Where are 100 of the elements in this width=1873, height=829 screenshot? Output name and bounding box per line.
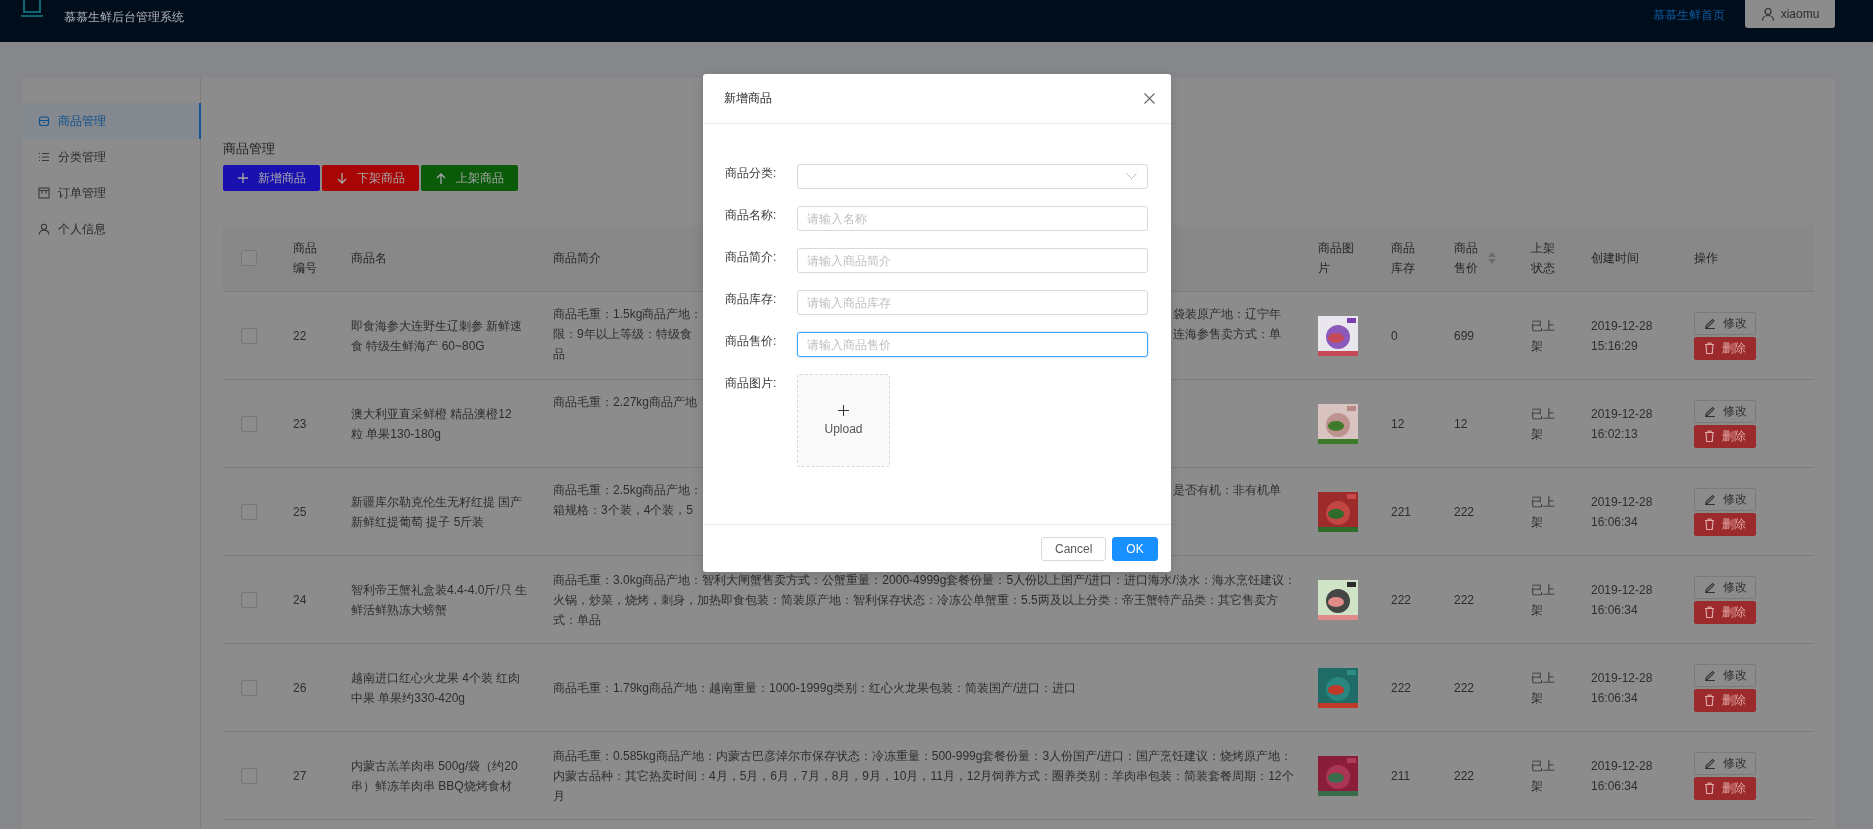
table-cell-text: 23 [293, 415, 307, 433]
column-header: 商品库存 [1391, 240, 1416, 277]
toolbar-button[interactable]: 下架商品 [322, 165, 419, 191]
field-label: 商品分类: [725, 165, 778, 182]
calendar-icon [38, 187, 50, 199]
close-icon[interactable] [1144, 93, 1155, 104]
toolbar-button[interactable]: 新增商品 [223, 165, 320, 191]
table-cell-text: 699 [1454, 327, 1475, 345]
created-time: 2019-12-28 16:06:34 [1591, 669, 1654, 707]
delete-button[interactable]: 删除 [1694, 336, 1756, 360]
status-text: 已上架 [1531, 317, 1556, 355]
field-label: 商品名称: [725, 207, 778, 224]
sort-icon[interactable] [1488, 252, 1497, 264]
edit-button[interactable]: 修改 [1694, 751, 1756, 775]
sidebar-item[interactable]: 商品管理 [22, 103, 201, 139]
column-header[interactable]: 商品售价 [1454, 238, 1497, 278]
table-cell-text: 27 [293, 767, 307, 785]
dialog-title: 新增商品 [724, 90, 772, 107]
pencil-icon [1703, 669, 1716, 681]
toolbar-button[interactable]: 上架商品 [421, 165, 518, 191]
trash-icon [1704, 694, 1715, 706]
table-cell-text: 222 [1454, 591, 1475, 609]
column-header: 商品名 [351, 250, 387, 267]
edit-button[interactable]: 修改 [1694, 311, 1756, 335]
page-title: 商品管理 [223, 141, 276, 157]
table-cell-text: 222 [1454, 503, 1475, 521]
input-field[interactable]: 请输入商品售价 [797, 332, 1148, 357]
product-name: 越南进口红心火龙果 4个装 红肉中果 单果约330-420g [351, 669, 522, 707]
arrow-up-icon [435, 172, 446, 184]
description-text: 商品毛重：1.79kg商品产地：越南重量：1000-1999g类别：红心火龙果包装：简装国产/进口：进口 [553, 679, 1077, 697]
status-text: 已上架 [1531, 669, 1556, 707]
column-header: 上架状态 [1531, 240, 1556, 277]
created-time: 2019-12-28 15:16:29 [1591, 317, 1654, 355]
edit-button[interactable]: 修改 [1694, 399, 1756, 423]
table-cell-text: 22 [293, 327, 307, 345]
cancel-button[interactable]: Cancel [1041, 536, 1106, 561]
table-cell-text: 25 [293, 503, 307, 521]
category-select[interactable] [797, 164, 1148, 189]
created-time: 2019-12-28 16:02:13 [1591, 405, 1654, 443]
description-text: 是否有机：非有机单 [1173, 482, 1281, 499]
home-link[interactable]: 慕慕生鲜首页 [1653, 7, 1725, 24]
column-header: 商品编号 [293, 240, 318, 277]
user-button[interactable]: xiaomu [1745, 0, 1835, 28]
table-cell-text: 26 [293, 679, 307, 697]
edit-button[interactable]: 修改 [1694, 663, 1756, 687]
field-label: 商品简介: [725, 249, 778, 266]
app-title: 慕慕生鲜后台管理系统 [64, 9, 184, 26]
field-label: 商品图片: [725, 375, 778, 392]
description-text: 袋装原产地：辽宁年 连海参售卖方式：单 [1173, 306, 1281, 343]
edit-button[interactable]: 修改 [1694, 575, 1756, 599]
box-icon [38, 115, 50, 127]
laptop-icon [20, 0, 44, 18]
arrow-down-icon [336, 172, 347, 184]
list-icon [38, 151, 50, 163]
pencil-icon [1703, 405, 1716, 417]
trash-icon [1704, 518, 1715, 530]
delete-button[interactable]: 删除 [1694, 512, 1756, 536]
column-header: 操作 [1694, 250, 1718, 267]
trash-icon [1704, 606, 1715, 618]
trash-icon [1704, 782, 1715, 794]
delete-button[interactable]: 删除 [1694, 424, 1756, 448]
input-field[interactable]: 请输入商品库存 [797, 290, 1148, 315]
chevron-down-icon [1126, 173, 1137, 180]
sidebar-item[interactable]: 个人信息 [22, 211, 201, 247]
upload-button[interactable]: Upload [797, 374, 890, 467]
delete-button[interactable]: 删除 [1694, 776, 1756, 800]
trash-icon [1704, 342, 1715, 354]
pencil-icon [1703, 581, 1716, 593]
pencil-icon [1703, 317, 1716, 329]
table-cell-text: 222 [1454, 767, 1475, 785]
status-text: 已上架 [1531, 493, 1556, 531]
delete-button[interactable]: 删除 [1694, 688, 1756, 712]
table-cell-text: 211 [1391, 767, 1411, 785]
product-name: 新疆库尔勒克伦生无籽红提 国产新鲜红提葡萄 提子 5斤装 [351, 493, 523, 531]
input-field[interactable]: 请输入名称 [797, 206, 1148, 231]
field-label: 商品库存: [725, 291, 778, 308]
ok-button[interactable]: OK [1112, 536, 1158, 561]
input-field[interactable]: 请输入商品简介 [797, 248, 1148, 273]
column-header: 商品简介 [553, 250, 601, 267]
table-cell-text: 222 [1391, 591, 1412, 609]
sidebar-item[interactable]: 分类管理 [22, 139, 201, 175]
product-name: 内蒙古羔羊肉串 500g/袋（约20串）鲜冻羊肉串 BBQ烧烤食材 [351, 757, 519, 795]
table-cell-text: 222 [1391, 679, 1412, 697]
plus-icon [838, 405, 849, 416]
trash-icon [1704, 430, 1715, 442]
sidebar-item[interactable]: 订单管理 [22, 175, 201, 211]
description-text: 商品毛重：0.585kg商品产地：内蒙古巴彦淖尔市保存状态：冷冻重量：500-999g套餐份量：3人份国产/进口：国产烹饪建议：烧烤原产地：内蒙古品种：其它热卖时间：4月，5月，6月，7月，8月，9月，10月，11月，12月饲养方式：圈养类别：羊肉串包装：简装套餐周期：12个月 [553, 747, 1295, 805]
created-time: 2019-12-28 16:06:34 [1591, 493, 1654, 531]
column-header: 商品图片 [1318, 240, 1355, 277]
delete-button[interactable]: 删除 [1694, 600, 1756, 624]
status-text: 已上架 [1531, 757, 1556, 795]
table-cell-text: 12 [1391, 415, 1405, 433]
edit-button[interactable]: 修改 [1694, 487, 1756, 511]
pencil-icon [1703, 493, 1716, 505]
table-cell-text: 12 [1454, 415, 1468, 433]
field-label: 商品售价: [725, 333, 778, 350]
status-text: 已上架 [1531, 581, 1556, 619]
created-time: 2019-12-28 16:06:34 [1591, 581, 1654, 619]
description-text: 商品毛重：1.5kg商品产地： 限：9年以上等级：特级食 品 [553, 306, 704, 363]
table-cell-text: 24 [293, 591, 307, 609]
